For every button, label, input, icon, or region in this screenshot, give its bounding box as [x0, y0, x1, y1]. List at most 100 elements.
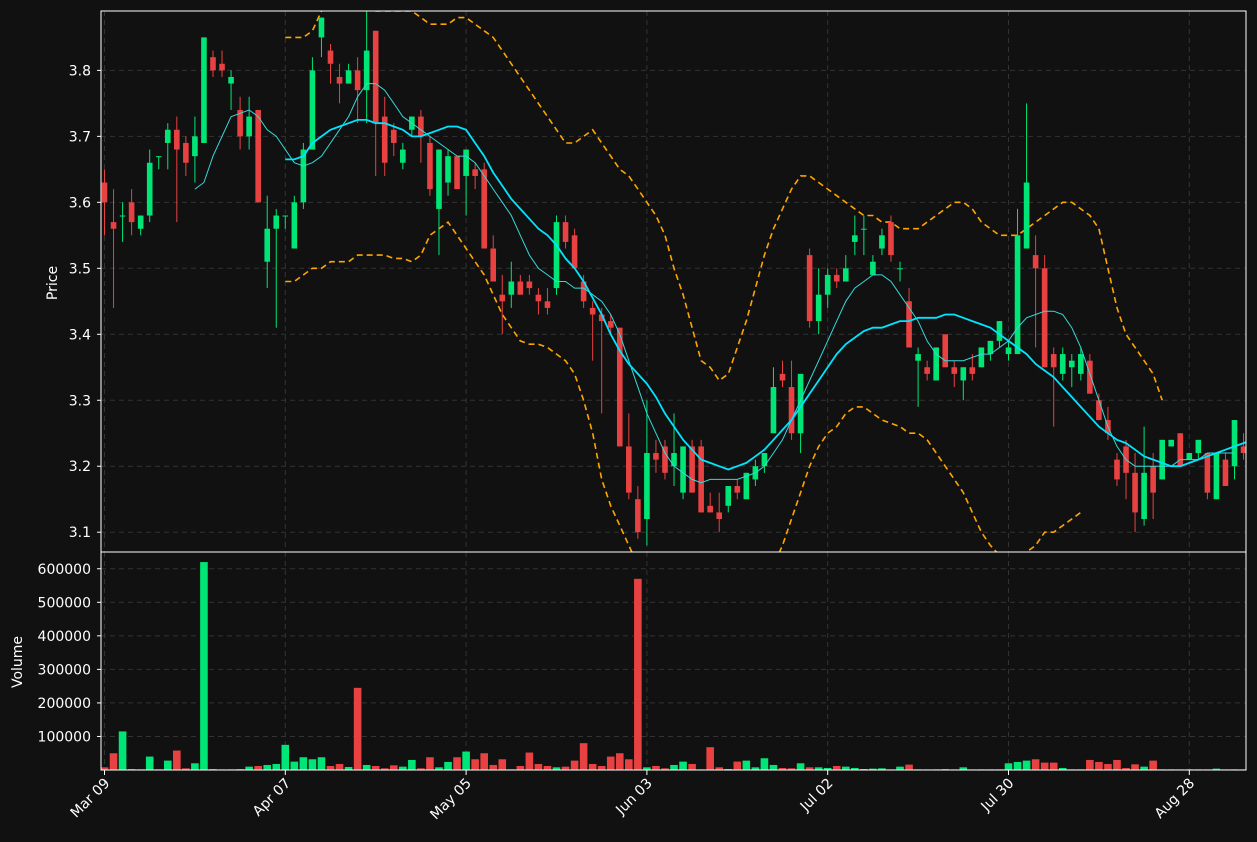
candle-body [201, 37, 207, 143]
candle-body [571, 235, 578, 269]
volume-bar [163, 760, 172, 770]
candle [553, 215, 560, 295]
candle [1159, 439, 1165, 480]
volume-bar [444, 761, 452, 770]
price-axis-label: Price [45, 266, 61, 300]
candle [978, 347, 985, 368]
volume-bar [706, 747, 714, 770]
candle-body [553, 222, 560, 289]
volume-bar [263, 764, 272, 770]
candle-body [183, 142, 189, 163]
volume-tick-label: 400000 [38, 629, 91, 645]
price-tick-label: 3.6 [69, 195, 91, 211]
volume-bar [489, 764, 498, 770]
candle-body [951, 367, 958, 374]
candle [942, 334, 949, 368]
candle-body [1005, 347, 1012, 355]
candle [933, 347, 939, 381]
candle-body [1150, 466, 1156, 493]
volume-bar [281, 744, 290, 770]
candle [454, 156, 460, 190]
candle-body [1014, 235, 1021, 355]
candle-body [1195, 439, 1202, 454]
candle-body [725, 486, 732, 506]
candle-body [842, 268, 849, 282]
candle-body [128, 202, 135, 223]
candle-body [345, 70, 352, 84]
volume-bar [516, 765, 525, 770]
candle-body [689, 446, 695, 493]
candle-body [1068, 360, 1075, 368]
candle-body [544, 301, 551, 308]
candle-body [354, 70, 361, 91]
volume-bar [1022, 760, 1031, 770]
price-tick-label: 3.2 [69, 459, 91, 475]
volume-bar [606, 756, 615, 770]
candle-body [680, 446, 686, 493]
volume-bar [832, 765, 841, 770]
volume-bar [543, 765, 552, 770]
volume-bar [498, 759, 507, 770]
volume-bar [561, 766, 570, 770]
volume-bar [1040, 762, 1049, 770]
candle [888, 215, 894, 262]
volume-bar [245, 766, 253, 770]
candle-body [626, 446, 632, 493]
candle-body [137, 215, 144, 229]
candle-body [472, 169, 478, 176]
candle-body [273, 215, 280, 229]
volume-tick-label: 600000 [38, 562, 91, 578]
candle-body [327, 50, 334, 64]
candle-body [291, 202, 298, 249]
volume-bar [1095, 761, 1103, 770]
volume-bar [362, 764, 371, 770]
candle-body [101, 182, 108, 203]
candle-body [264, 228, 271, 262]
candle-body [833, 274, 840, 282]
candle-body [924, 367, 930, 374]
candle-body [481, 169, 487, 249]
volume-tick-label: 100000 [38, 729, 91, 745]
candle-body [996, 321, 1003, 341]
volume-bar [896, 766, 904, 770]
volume-bar [371, 765, 380, 770]
candle-body [1141, 472, 1147, 520]
candle-body [960, 367, 967, 381]
volume-bar [588, 763, 597, 770]
candle-body [110, 222, 117, 229]
candle [1213, 453, 1220, 500]
candle-body [716, 512, 723, 520]
volume-bar [1104, 763, 1112, 770]
candle-body [933, 347, 939, 381]
candle-body [978, 347, 985, 368]
candle-body [653, 453, 659, 460]
candle-body [1096, 400, 1102, 421]
candle-body [192, 136, 198, 157]
candle-body [589, 307, 596, 315]
volume-bar [525, 752, 534, 770]
candle-body [1159, 439, 1165, 480]
candle-body [1023, 182, 1030, 249]
candle-body [779, 373, 786, 381]
volume-bar [308, 759, 317, 770]
candle-body [499, 294, 506, 302]
volume-bar [145, 756, 154, 770]
candle-body [879, 235, 885, 249]
volume-bar [625, 759, 633, 770]
candle-body [635, 499, 641, 533]
price-tick-label: 3.8 [69, 63, 91, 79]
candle-body [372, 30, 379, 124]
candle-body [806, 255, 813, 322]
candle-body [336, 76, 343, 84]
candle-body [210, 57, 216, 71]
candle-body [1041, 268, 1048, 368]
volume-bar [1086, 759, 1094, 770]
candle-body [174, 129, 180, 150]
volume-bar [453, 757, 461, 770]
volume-bar [462, 751, 470, 770]
candle-body [309, 70, 316, 150]
candle [427, 136, 433, 196]
volume-bar [570, 760, 579, 770]
candle-body [400, 149, 406, 163]
volume-bar [1149, 760, 1157, 770]
